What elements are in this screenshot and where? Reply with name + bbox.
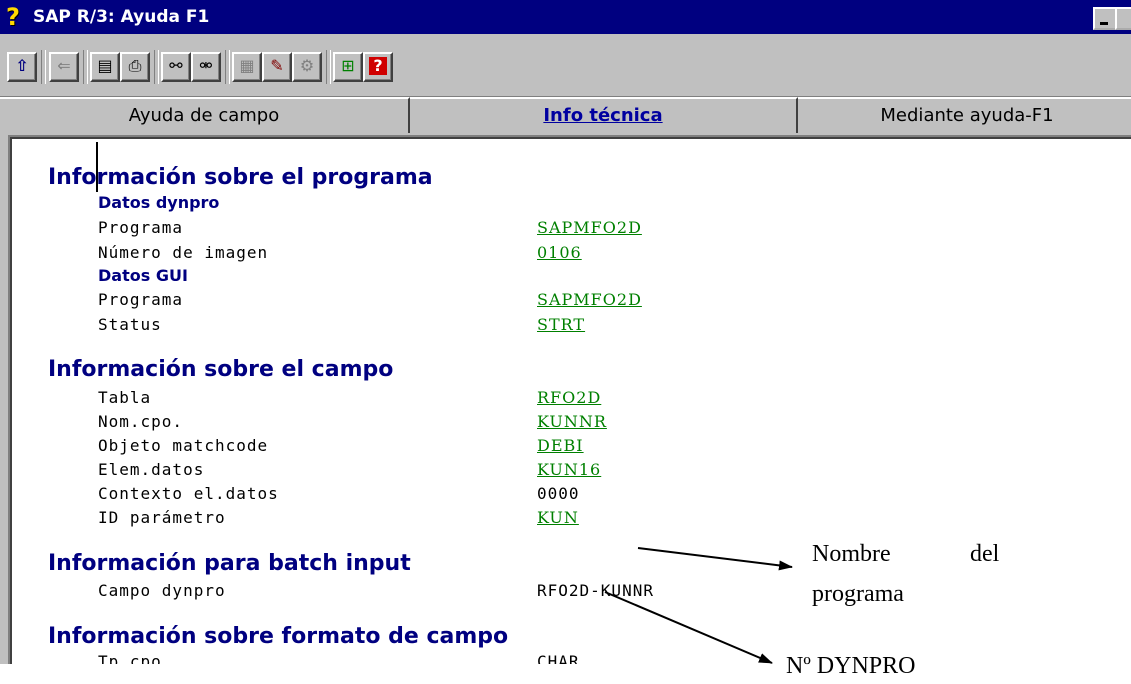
annotation-programa: programa [812, 581, 904, 607]
arrow-to-dynpro [604, 591, 773, 664]
arrow-to-nombre [637, 547, 793, 571]
annotation-nombre-a: Nombre [812, 541, 891, 567]
annotation-dynpro: Nº DYNPRO [786, 653, 916, 679]
annotation-arrows [604, 547, 793, 664]
annotation-nombre-b: del [970, 541, 1000, 567]
